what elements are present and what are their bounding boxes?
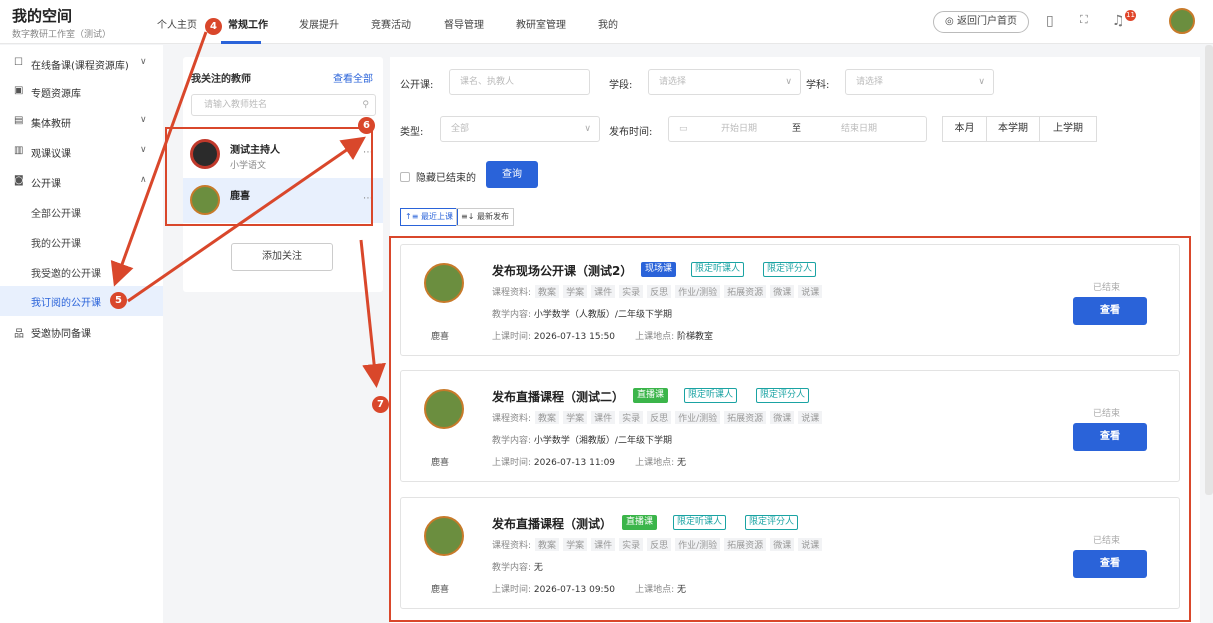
- search-placeholder: 请输入教师姓名: [204, 100, 268, 110]
- chevron-down-icon: ∨: [140, 145, 147, 155]
- sort-label: 最近上课: [420, 212, 453, 221]
- annotation-4: 4: [205, 18, 222, 35]
- chevron-up-icon: ∧: [140, 175, 147, 185]
- start-date-placeholder: 开始日期: [721, 124, 758, 134]
- notification-badge: 11: [1125, 10, 1136, 21]
- sidebar-label: 在线备课(课程资源库): [31, 61, 129, 72]
- scrollbar[interactable]: [1205, 45, 1213, 495]
- list-icon: ▤: [14, 115, 24, 126]
- selected-value: 全部: [451, 124, 470, 134]
- annotation-box-courses: [389, 236, 1191, 622]
- sidebar-label: 全部公开课: [31, 209, 81, 220]
- stage-select[interactable]: 请选择 ∨: [648, 69, 801, 95]
- app-title: 我的空间: [12, 7, 73, 25]
- nav-routine-work[interactable]: 常规工作: [228, 16, 268, 31]
- tablet-icon[interactable]: ▯: [1046, 13, 1054, 29]
- stage-filter-label: 学段:: [609, 80, 633, 91]
- sort-label: 最新发布: [476, 212, 509, 221]
- sidebar-label: 集体教研: [31, 119, 71, 130]
- annotation-5: 5: [110, 292, 127, 309]
- nav-home[interactable]: 个人主页: [157, 16, 197, 31]
- chevron-down-icon: ∨: [140, 57, 147, 67]
- date-range-picker[interactable]: ▭ 开始日期 至 结束日期: [668, 116, 927, 142]
- range-this-semester[interactable]: 本学期: [986, 116, 1040, 142]
- calendar-icon: ▭: [679, 124, 688, 134]
- sidebar: ☐ 在线备课(课程资源库) ∨ ▣ 专题资源库 ▤ 集体教研 ∨ ▥ 观课议课 ∨ ◙ 公开课 ∧…: [0, 45, 163, 623]
- annotation-6: 6: [358, 117, 375, 134]
- document-icon: ☐: [14, 57, 23, 68]
- subject-select[interactable]: 请选择 ∨: [845, 69, 994, 95]
- type-select[interactable]: 全部 ∨: [440, 116, 600, 142]
- sidebar-label: 专题资源库: [31, 89, 81, 100]
- sidebar-item-invited-open[interactable]: 我受邀的公开课: [0, 257, 163, 287]
- chevron-down-icon: ∨: [978, 77, 985, 87]
- sort-recent-button[interactable]: ↑≡ 最近上课: [400, 208, 458, 226]
- monitor-icon: ▥: [14, 145, 24, 156]
- sidebar-item-collab-prep[interactable]: 品受邀协同备课: [0, 317, 163, 347]
- nav-active-indicator: [221, 41, 261, 44]
- annotation-7: 7: [372, 396, 389, 413]
- chevron-down-icon: ∨: [584, 124, 591, 134]
- collab-icon: 品: [14, 329, 24, 340]
- sidebar-item-subscribed-open[interactable]: 我订阅的公开课: [0, 286, 163, 316]
- nav-mine[interactable]: 我的: [598, 16, 618, 31]
- nav-supervision[interactable]: 督导管理: [444, 16, 484, 31]
- query-button[interactable]: 查询: [486, 161, 538, 188]
- back-label: 返回门户首页: [956, 16, 1017, 27]
- sidebar-label: 观课议课: [31, 149, 71, 160]
- sidebar-item-online-prep[interactable]: ☐ 在线备课(课程资源库) ∨: [0, 49, 163, 79]
- view-all-link[interactable]: 查看全部: [333, 70, 373, 85]
- sidebar-label: 我订阅的公开课: [31, 298, 101, 309]
- brand[interactable]: 我的空间 数字教研工作室（测试）: [12, 5, 111, 40]
- sidebar-item-open-class[interactable]: ◙ 公开课 ∧: [0, 167, 163, 197]
- nav-development[interactable]: 发展提升: [299, 16, 339, 31]
- teacher-search-input[interactable]: 请输入教师姓名 ⚲: [191, 94, 376, 116]
- hide-ended-checkbox[interactable]: [400, 172, 410, 182]
- sidebar-item-my-open[interactable]: 我的公开课: [0, 227, 163, 257]
- sidebar-label: 受邀协同备课: [31, 329, 91, 340]
- sidebar-label: 公开课: [31, 179, 61, 190]
- sort-newest-button[interactable]: ≡↓ 最新发布: [456, 208, 514, 226]
- sidebar-item-observe[interactable]: ▥ 观课议课 ∨: [0, 137, 163, 167]
- search-icon: ⚲: [362, 100, 369, 110]
- sidebar-item-topic-library[interactable]: ▣ 专题资源库: [0, 77, 163, 107]
- nav-office-mgmt[interactable]: 教研室管理: [516, 16, 566, 31]
- fullscreen-icon[interactable]: ⛶: [1080, 13, 1088, 27]
- time-filter-label: 发布时间:: [609, 127, 653, 138]
- end-date-placeholder: 结束日期: [841, 124, 878, 134]
- placeholder: 课名、执教人: [460, 77, 515, 87]
- user-avatar[interactable]: [1169, 8, 1195, 34]
- app-subtitle: 数字教研工作室（测试）: [12, 30, 112, 40]
- sidebar-label: 我受邀的公开课: [31, 269, 101, 280]
- top-bar: 我的空间 数字教研工作室（测试） 个人主页 常规工作 发展提升 竞赛活动 督导管…: [0, 0, 1213, 44]
- back-to-portal-button[interactable]: ◎ 返回门户首页: [933, 11, 1029, 33]
- range-separator: 至: [792, 124, 802, 134]
- sidebar-label: 我的公开课: [31, 239, 81, 250]
- chevron-down-icon: ∨: [785, 77, 792, 87]
- sidebar-item-all-open[interactable]: 全部公开课: [0, 197, 163, 227]
- type-filter-label: 类型:: [400, 127, 424, 138]
- range-this-month[interactable]: 本月: [942, 116, 987, 142]
- subject-filter-label: 学科:: [806, 80, 830, 91]
- add-follow-button[interactable]: 添加关注: [231, 243, 333, 271]
- video-icon: ◙: [14, 175, 24, 186]
- annotation-box-teachers: [165, 127, 373, 226]
- panel-title: 我关注的教师: [191, 74, 251, 85]
- placeholder: 请选择: [659, 77, 687, 87]
- course-search-input[interactable]: 课名、执教人: [449, 69, 590, 95]
- sidebar-item-group-research[interactable]: ▤ 集体教研 ∨: [0, 107, 163, 137]
- chevron-down-icon: ∨: [140, 115, 147, 125]
- range-last-semester[interactable]: 上学期: [1039, 116, 1097, 142]
- folder-icon: ▣: [14, 85, 24, 96]
- nav-competition[interactable]: 竞赛活动: [371, 16, 411, 31]
- bell-icon[interactable]: ♫: [1112, 13, 1125, 29]
- hide-ended-label: 隐藏已结束的: [416, 173, 476, 184]
- placeholder: 请选择: [856, 77, 884, 87]
- course-filter-label: 公开课:: [400, 80, 434, 91]
